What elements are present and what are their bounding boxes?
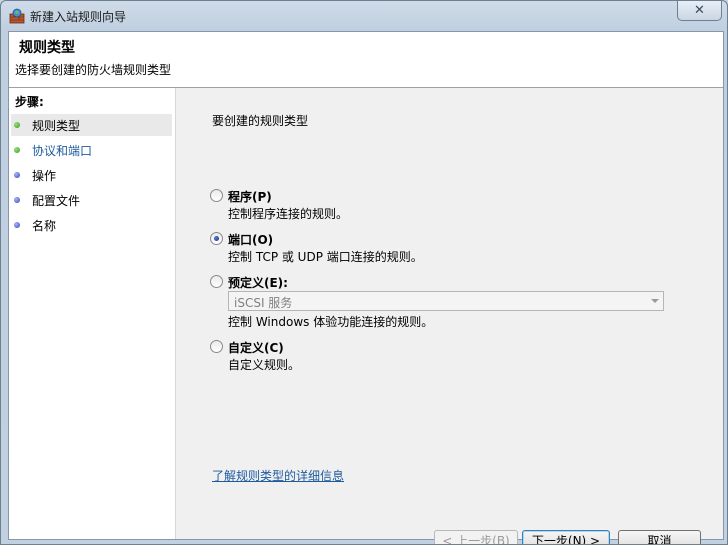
program-radio[interactable]: [210, 189, 223, 202]
step-pending-dot-icon: [14, 222, 20, 228]
firewall-icon: [9, 8, 25, 24]
close-icon: ✕: [694, 3, 705, 18]
wizard-main-panel: 要创建的规则类型 程序(P) 控制程序连接的规则。 端口(O) 控制 TCP 或…: [176, 88, 723, 544]
option-description: 控制 Windows 体验功能连接的规则。: [228, 315, 434, 329]
close-button[interactable]: ✕: [677, 1, 722, 21]
step-label: 名称: [32, 218, 57, 233]
step-protocol-port[interactable]: 协议和端口: [11, 139, 172, 161]
back-button[interactable]: < 上一步(B): [434, 530, 518, 544]
step-name: 名称: [11, 214, 172, 236]
next-button[interactable]: 下一步(N) >: [522, 530, 610, 544]
learn-more-link[interactable]: 了解规则类型的详细信息: [212, 467, 344, 484]
rule-type-prompt: 要创建的规则类型: [212, 114, 309, 128]
option-label: 端口(O): [228, 233, 274, 247]
step-label: 协议和端口: [32, 143, 93, 158]
step-label: 配置文件: [32, 193, 81, 208]
steps-title: 步骤:: [15, 95, 44, 109]
step-label: 规则类型: [32, 118, 81, 133]
page-title: 规则类型: [19, 40, 75, 56]
step-label: 操作: [32, 168, 57, 183]
wizard-header: 规则类型 选择要创建的防火墙规则类型: [9, 32, 723, 88]
port-radio[interactable]: [210, 232, 223, 245]
page-subtitle: 选择要创建的防火墙规则类型: [15, 63, 172, 77]
step-pending-dot-icon: [14, 197, 20, 203]
option-description: 控制 TCP 或 UDP 端口连接的规则。: [228, 250, 423, 264]
step-done-dot-icon: [14, 122, 20, 128]
option-label: 程序(P): [228, 190, 272, 204]
step-rule-type[interactable]: 规则类型: [11, 114, 172, 136]
cancel-button[interactable]: 取消: [618, 530, 701, 544]
option-label: 自定义(C): [228, 341, 284, 355]
wizard-client-area: 规则类型 选择要创建的防火墙规则类型 步骤: 规则类型 协议和端口 操作 配置文…: [8, 31, 724, 544]
step-profile: 配置文件: [11, 189, 172, 211]
title-bar[interactable]: 新建入站规则向导 ✕: [1, 1, 727, 31]
step-action: 操作: [11, 164, 172, 186]
option-description: 自定义规则。: [228, 358, 301, 372]
option-label: 预定义(E):: [228, 276, 288, 290]
step-pending-dot-icon: [14, 172, 20, 178]
chevron-down-icon: [651, 299, 659, 303]
custom-radio[interactable]: [210, 340, 223, 353]
predefined-select-value: iSCSI 服务: [234, 296, 293, 310]
wizard-window: 新建入站规则向导 ✕ 规则类型 选择要创建的防火墙规则类型 步骤: 规则类型 协…: [0, 0, 728, 545]
window-title: 新建入站规则向导: [30, 10, 127, 24]
predefined-select[interactable]: iSCSI 服务: [228, 291, 664, 311]
step-done-dot-icon: [14, 147, 20, 153]
predefined-radio[interactable]: [210, 275, 223, 288]
steps-sidebar: 步骤: 规则类型 协议和端口 操作 配置文件 名称: [9, 88, 176, 539]
option-description: 控制程序连接的规则。: [228, 207, 349, 221]
